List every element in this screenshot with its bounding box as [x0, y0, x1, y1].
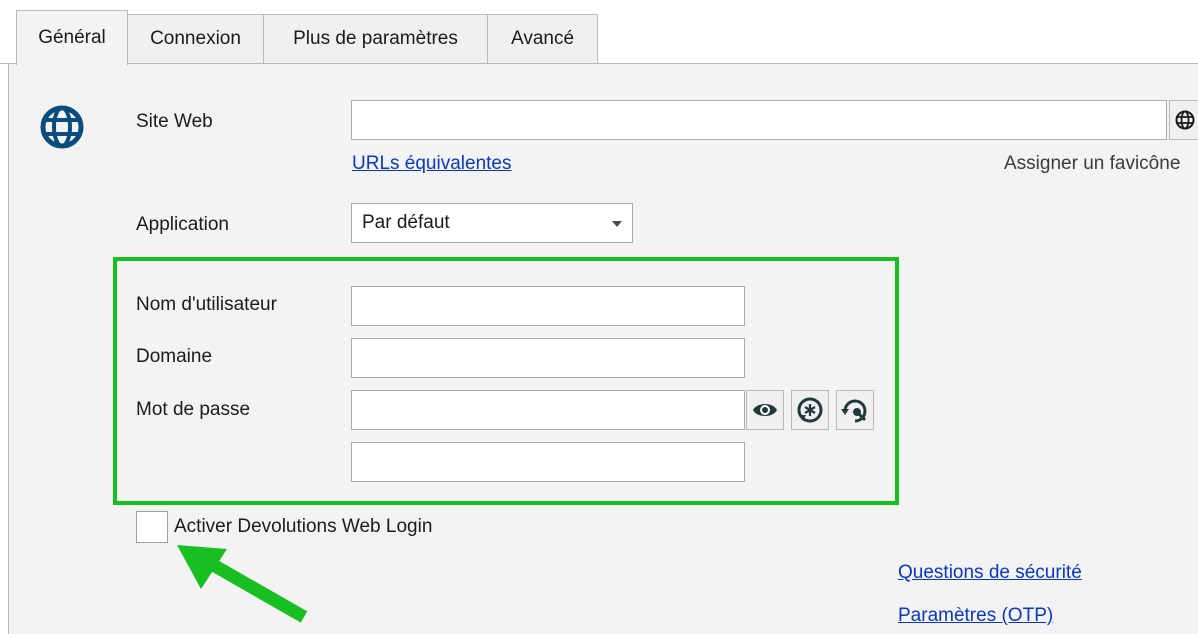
globe-icon — [1175, 110, 1194, 130]
password-label: Mot de passe — [136, 399, 251, 420]
eye-icon — [753, 404, 777, 416]
website-input[interactable] — [351, 100, 1167, 140]
tab-advanced[interactable]: Avancé — [487, 14, 598, 63]
assign-favicon-label[interactable]: Assigner un favicône — [1004, 153, 1180, 175]
extra-password-input[interactable] — [351, 442, 745, 482]
password-input[interactable] — [351, 390, 745, 430]
otp-settings-link[interactable]: Paramètres (OTP) — [898, 605, 1053, 627]
website-label: Site Web — [136, 111, 213, 132]
password-history-icon — [841, 399, 867, 423]
show-password-button[interactable] — [746, 390, 784, 430]
tab-connexion-label: Connexion — [150, 28, 241, 49]
equivalent-urls-link[interactable]: URLs équivalentes — [352, 153, 511, 175]
tab-advanced-label: Avancé — [510, 28, 575, 49]
generate-password-button[interactable] — [791, 390, 829, 430]
username-input[interactable] — [351, 286, 745, 326]
website-open-button[interactable] — [1169, 100, 1198, 140]
annotation-arrow-icon — [169, 545, 319, 625]
password-generator-icon — [797, 397, 823, 423]
web-login-checkbox[interactable] — [136, 511, 168, 543]
tab-more-settings[interactable]: Plus de paramètres — [263, 14, 488, 63]
domain-label: Domaine — [136, 346, 213, 367]
chevron-down-icon — [612, 221, 622, 227]
tab-general[interactable]: Général — [16, 10, 128, 65]
application-label: Application — [136, 214, 229, 235]
tab-strip-baseline — [0, 63, 1198, 64]
application-select[interactable]: Par défaut — [351, 203, 633, 243]
tab-strip: Général Connexion Plus de paramètres Ava… — [0, 0, 1198, 65]
application-select-value: Par défaut — [362, 212, 450, 233]
password-history-button[interactable] — [836, 390, 874, 430]
general-panel: Site Web URLs équivalentes Assigner un f… — [8, 63, 1198, 634]
tab-general-label: Général — [38, 27, 106, 48]
security-questions-link[interactable]: Questions de sécurité — [898, 562, 1082, 584]
tab-connexion[interactable]: Connexion — [127, 14, 264, 63]
username-label: Nom d'utilisateur — [136, 294, 277, 315]
web-login-checkbox-label[interactable]: Activer Devolutions Web Login — [174, 516, 432, 538]
tab-more-settings-label: Plus de paramètres — [293, 28, 458, 49]
domain-input[interactable] — [351, 338, 745, 378]
globe-icon — [38, 103, 86, 151]
